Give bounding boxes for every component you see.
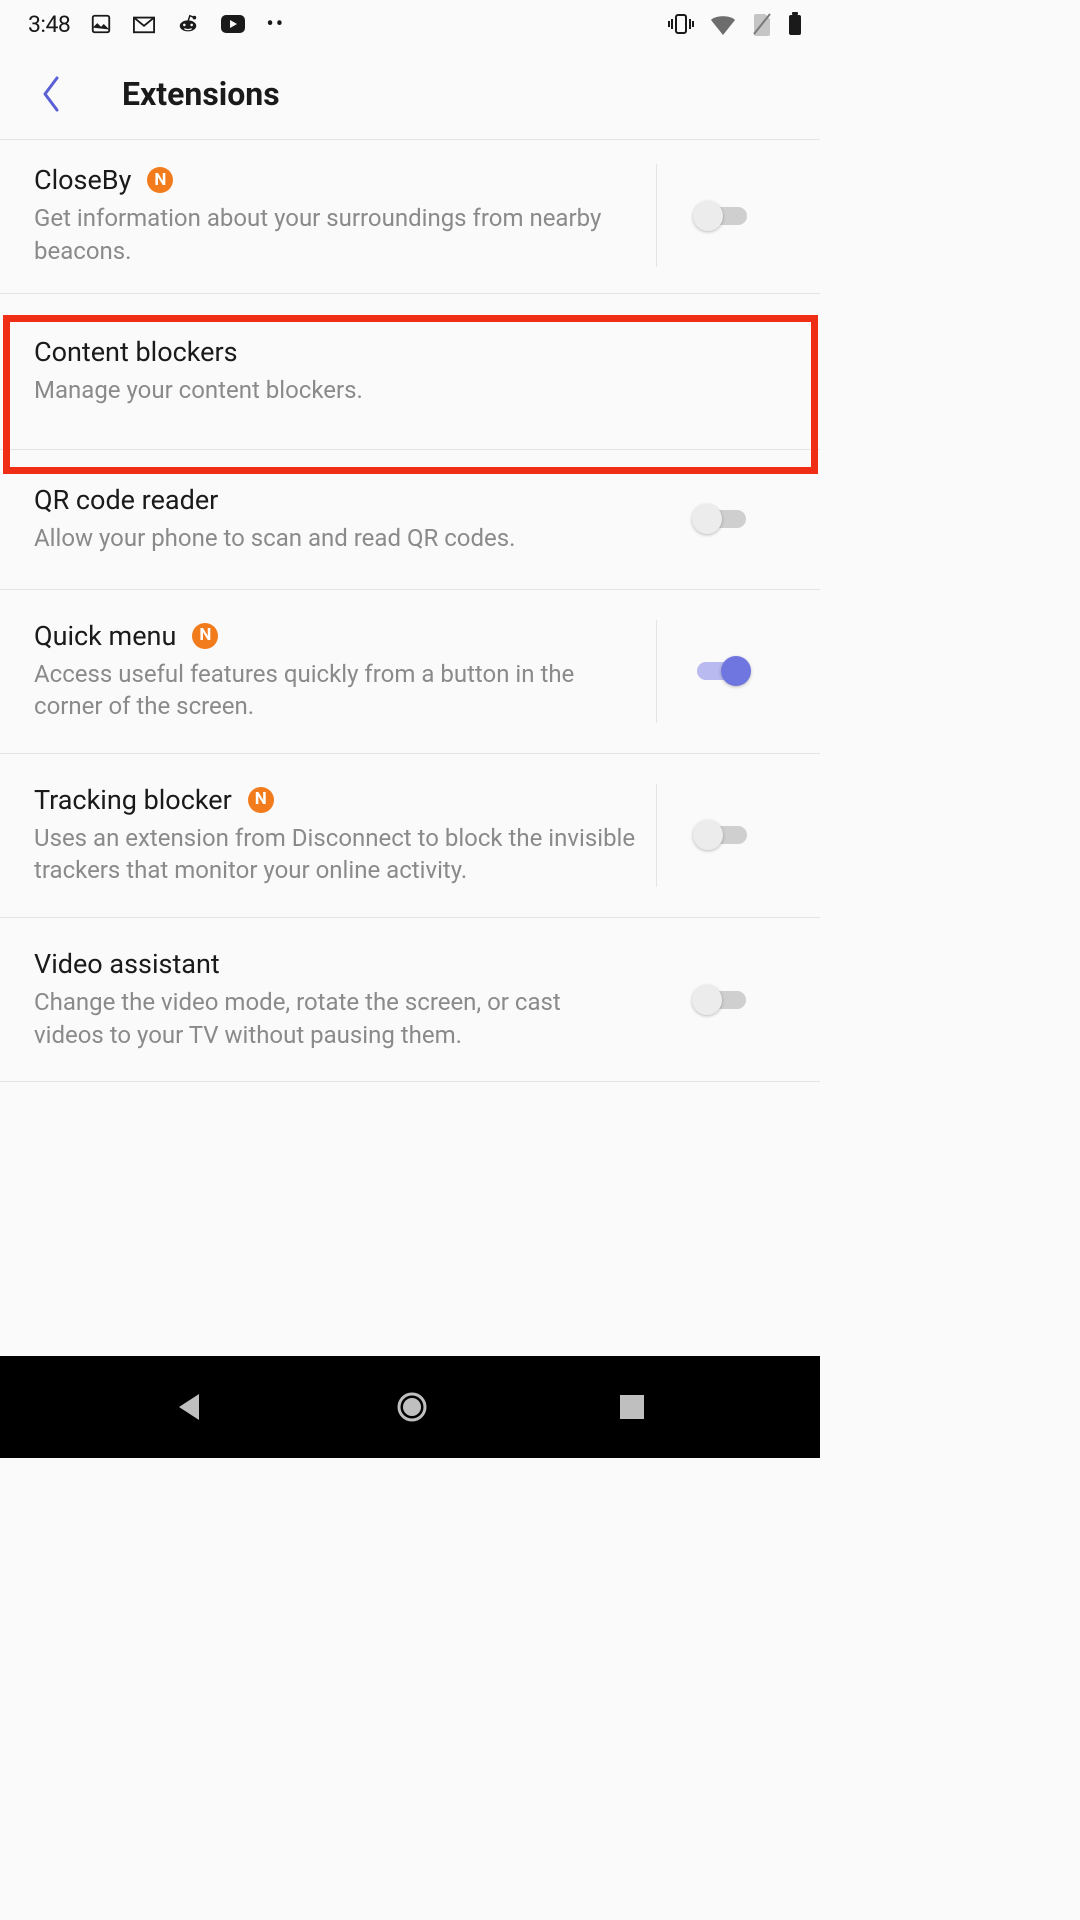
empty-space (0, 1082, 820, 1356)
row-title-line: Tracking blocker N (34, 784, 636, 816)
page-title: Extensions (122, 75, 280, 113)
row-title-line: Content blockers (34, 336, 766, 368)
nav-home-icon[interactable] (394, 1389, 430, 1425)
toggle-qr-code-reader[interactable] (692, 504, 750, 534)
toggle-col (656, 620, 786, 723)
toggle-col (656, 484, 786, 555)
row-desc: Change the video mode, rotate the screen… (34, 986, 636, 1051)
app-bar: Extensions (0, 48, 820, 140)
toggle-quick-menu[interactable] (693, 656, 751, 686)
toggle-closeby[interactable] (693, 201, 751, 231)
row-desc: Uses an extension from Disconnect to blo… (34, 822, 636, 887)
youtube-icon (220, 14, 246, 34)
row-title: Content blockers (34, 336, 238, 368)
vibrate-icon (668, 12, 694, 36)
row-closeby[interactable]: CloseBy N Get information about your sur… (0, 140, 820, 294)
android-nav-bar (0, 1356, 820, 1458)
row-desc: Manage your content blockers. (34, 374, 766, 407)
row-title: Tracking blocker (34, 784, 232, 816)
row-title: QR code reader (34, 484, 218, 516)
more-dots-icon: •• (266, 12, 285, 37)
status-left: 3:48 •• (28, 11, 285, 38)
row-title-line: QR code reader (34, 484, 636, 516)
status-time: 3:48 (28, 11, 70, 38)
wifi-icon (710, 13, 736, 35)
row-tracking-blocker[interactable]: Tracking blocker N Uses an extension fro… (0, 754, 820, 918)
row-text: Quick menu N Access useful features quic… (34, 620, 656, 723)
toggle-col (656, 784, 786, 887)
toggle-tracking-blocker[interactable] (693, 820, 751, 850)
no-sim-icon (752, 12, 772, 36)
row-text: Video assistant Change the video mode, r… (34, 948, 656, 1051)
row-text: Tracking blocker N Uses an extension fro… (34, 784, 656, 887)
reddit-icon (176, 13, 200, 35)
gallery-icon (90, 13, 112, 35)
status-right (668, 12, 802, 36)
mail-icon (132, 13, 156, 35)
row-desc: Get information about your surroundings … (34, 202, 636, 267)
row-title-line: Video assistant (34, 948, 636, 980)
row-content-blockers[interactable]: Content blockers Manage your content blo… (0, 294, 820, 450)
row-desc: Access useful features quickly from a bu… (34, 658, 636, 723)
row-title-line: Quick menu N (34, 620, 636, 652)
extensions-list: CloseBy N Get information about your sur… (0, 140, 820, 1356)
new-badge-icon: N (248, 787, 274, 813)
status-bar: 3:48 •• (0, 0, 820, 48)
row-title: CloseBy (34, 164, 131, 196)
back-icon[interactable] (38, 74, 64, 114)
row-qr-code-reader[interactable]: QR code reader Allow your phone to scan … (0, 450, 820, 590)
nav-recent-icon[interactable] (617, 1392, 647, 1422)
nav-back-icon[interactable] (173, 1390, 207, 1424)
row-video-assistant[interactable]: Video assistant Change the video mode, r… (0, 918, 820, 1082)
toggle-video-assistant[interactable] (692, 985, 750, 1015)
new-badge-icon: N (192, 623, 218, 649)
row-title: Video assistant (34, 948, 220, 980)
new-badge-icon: N (147, 167, 173, 193)
row-text: CloseBy N Get information about your sur… (34, 164, 656, 267)
row-title: Quick menu (34, 620, 176, 652)
battery-icon (788, 12, 802, 36)
row-title-line: CloseBy N (34, 164, 636, 196)
row-text: Content blockers Manage your content blo… (34, 336, 786, 407)
row-desc: Allow your phone to scan and read QR cod… (34, 522, 636, 555)
toggle-col (656, 948, 786, 1051)
toggle-col (656, 164, 786, 267)
row-quick-menu[interactable]: Quick menu N Access useful features quic… (0, 590, 820, 754)
row-text: QR code reader Allow your phone to scan … (34, 484, 656, 555)
